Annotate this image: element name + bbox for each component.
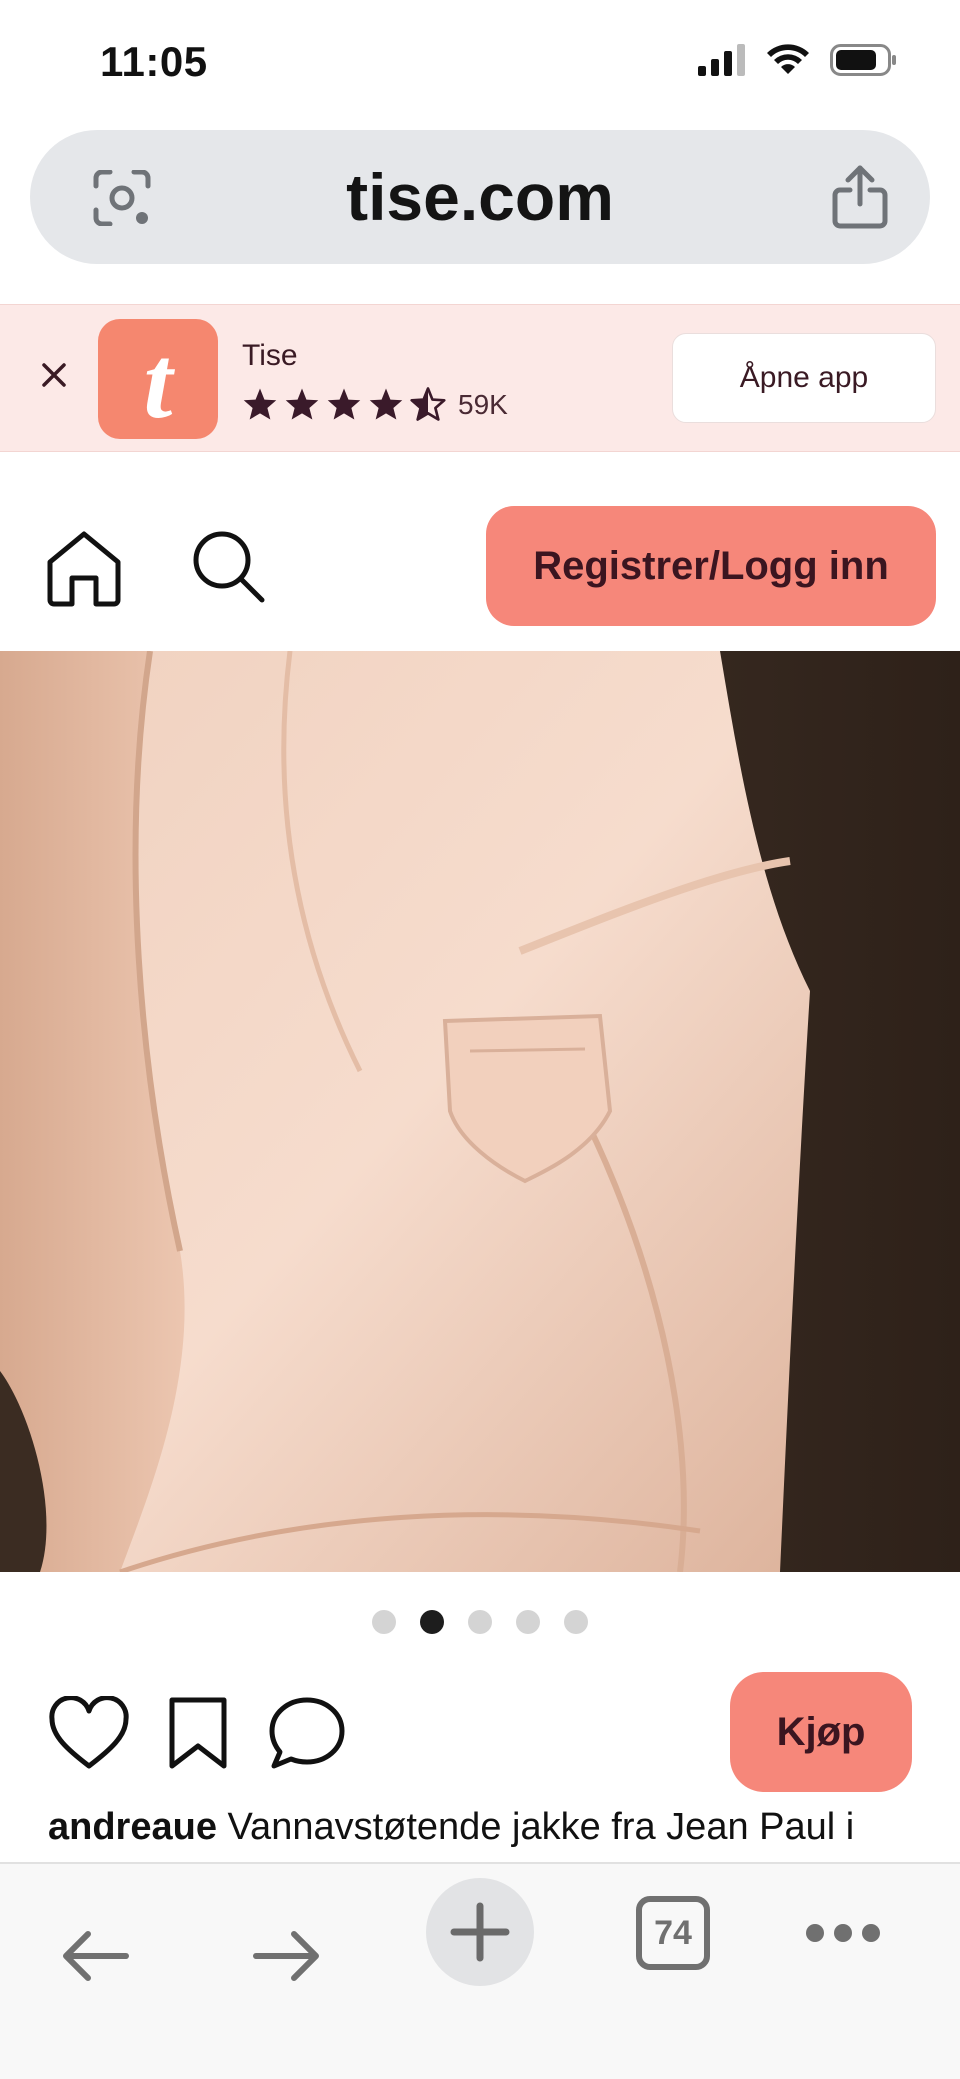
star-icon	[285, 388, 319, 420]
app-name: Tise	[242, 339, 298, 372]
new-tab-button[interactable]	[426, 1878, 534, 1986]
status-icons	[698, 44, 898, 76]
carousel-dot-active[interactable]	[420, 1610, 444, 1634]
back-icon[interactable]	[58, 1926, 132, 1986]
carousel-dot[interactable]	[468, 1610, 492, 1634]
bookmark-icon[interactable]	[166, 1696, 230, 1770]
status-time: 11:05	[100, 38, 208, 85]
status-bar: 11:05	[0, 0, 960, 120]
browser-toolbar: 74	[0, 1862, 960, 2079]
share-icon[interactable]	[830, 164, 890, 230]
search-icon[interactable]	[188, 526, 268, 606]
wifi-icon	[767, 44, 809, 74]
close-icon[interactable]	[36, 357, 72, 393]
smart-app-banner: t Tise 59K Åpne app	[0, 304, 960, 452]
more-dot	[862, 1924, 880, 1942]
app-logo-letter: t	[143, 325, 173, 440]
buy-button[interactable]: Kjøp	[730, 1672, 912, 1792]
tabs-icon[interactable]: 74	[636, 1896, 710, 1970]
comment-icon[interactable]	[268, 1696, 346, 1770]
listing-caption: andreaue Vannavstøtende jakke fra Jean P…	[48, 1806, 928, 1862]
battery-icon	[830, 44, 896, 76]
home-icon[interactable]	[44, 528, 124, 608]
site-header: Registrer/Logg inn	[0, 452, 960, 650]
product-actions: Kjøp	[0, 1670, 960, 1794]
more-dot	[806, 1924, 824, 1942]
carousel-dot[interactable]	[372, 1610, 396, 1634]
more-icon[interactable]	[806, 1924, 880, 1944]
star-icon	[327, 388, 361, 420]
half-star-icon	[410, 387, 446, 421]
seller-username[interactable]: andreaue	[48, 1806, 217, 1848]
plus-icon	[450, 1902, 510, 1962]
rating-count: 59K	[458, 389, 508, 420]
carousel-dot[interactable]	[516, 1610, 540, 1634]
image-carousel-indicator	[0, 1610, 960, 1640]
address-bar[interactable]: tise.com	[30, 130, 930, 264]
star-icon	[369, 388, 403, 420]
product-photo[interactable]	[0, 651, 960, 1572]
forward-icon[interactable]	[250, 1926, 324, 1986]
app-logo: t	[98, 319, 218, 440]
more-dot	[834, 1924, 852, 1942]
star-icon	[243, 388, 277, 420]
signal-icon	[698, 44, 745, 76]
caption-text: Vannavstøtende jakke fra Jean Paul i	[227, 1806, 855, 1848]
jacket-photo-illustration	[0, 651, 960, 1572]
register-login-button[interactable]: Registrer/Logg inn	[486, 506, 936, 626]
open-app-button[interactable]: Åpne app	[672, 333, 936, 423]
carousel-dot[interactable]	[564, 1610, 588, 1634]
rating-stars	[242, 387, 446, 421]
heart-icon[interactable]	[48, 1696, 130, 1770]
url-text[interactable]: tise.com	[30, 130, 930, 264]
